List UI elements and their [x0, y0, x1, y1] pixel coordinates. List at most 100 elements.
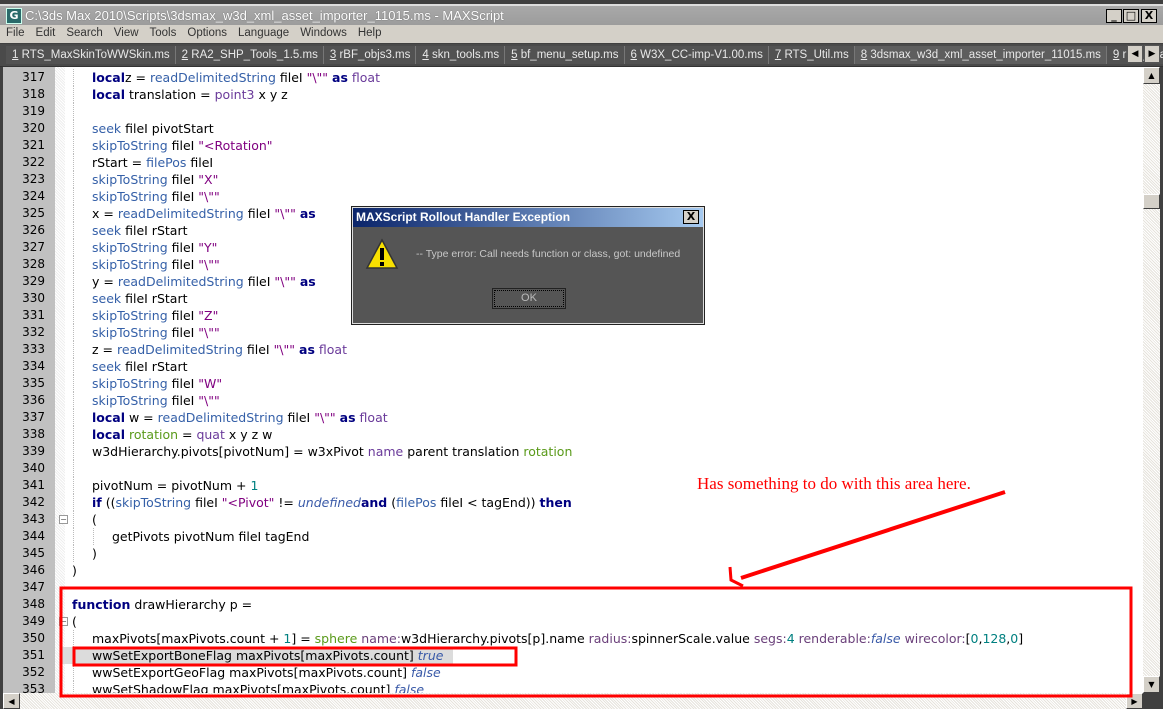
code-text: skipToString fileI "\"" [92, 188, 220, 205]
close-button[interactable]: X [1141, 9, 1157, 23]
tab-1[interactable]: 1 RTS_MaxSkinToWWSkin.ms [6, 46, 176, 64]
indent-guide [73, 426, 74, 443]
code-token: "Z" [198, 308, 219, 323]
indent-guide [73, 290, 74, 307]
scroll-left-icon[interactable]: ◀ [3, 693, 20, 709]
code-line: 347 [3, 579, 1143, 596]
indent-guide [73, 273, 74, 290]
code-token: "\"" [273, 342, 296, 357]
menu-windows[interactable]: Windows [294, 25, 352, 39]
code-token: rStart = [92, 155, 147, 170]
maximize-button[interactable]: □ [1123, 9, 1139, 23]
code-text: wwSetShadowFlag maxPivots[maxPivots.coun… [92, 681, 424, 693]
menu-file[interactable]: File [0, 25, 30, 39]
code-token: "\"" [274, 206, 296, 221]
scroll-right-icon[interactable]: ▶ [1126, 693, 1143, 709]
menu-help[interactable]: Help [352, 25, 387, 39]
code-text: skipToString fileI "Y" [92, 239, 217, 256]
line-number: 331 [22, 308, 45, 322]
code-token: skipToString [92, 376, 168, 391]
code-token: as [299, 206, 316, 221]
code-token: "\"" [306, 70, 329, 85]
code-token: ] [1018, 631, 1024, 646]
code-token: pivotNum = pivotNum + [92, 478, 251, 493]
code-token: as [299, 274, 316, 289]
line-number: 339 [22, 444, 45, 458]
tab-7[interactable]: 7 RTS_Util.ms [768, 46, 855, 64]
code-token: "\"" [314, 410, 336, 425]
code-token: = [178, 427, 197, 442]
indent-guide [73, 239, 74, 256]
code-token: and [360, 495, 388, 510]
code-token: point3 [214, 87, 255, 102]
tab-4[interactable]: 4 skn_tools.ms [416, 46, 506, 64]
code-token: as [332, 70, 348, 85]
tab-label: RA2_SHP_Tools_1.5.ms [191, 49, 318, 61]
scroll-thumb[interactable] [1143, 194, 1160, 209]
fold-toggle-icon[interactable]: − [59, 617, 68, 626]
code-text: seek fileI rStart [92, 222, 188, 239]
code-token: readDelimitedString [117, 206, 244, 221]
tab-8[interactable]: 8 3dsmax_w3d_xml_asset_importer_11015.ms [854, 46, 1107, 64]
code-token: fileI rStart [121, 291, 188, 306]
line-number: 325 [22, 206, 45, 220]
tab-5[interactable]: 5 bf_menu_setup.ms [505, 46, 625, 64]
dialog-message: -- Type error: Call needs function or cl… [416, 248, 681, 260]
menu-options[interactable]: Options [181, 25, 232, 39]
code-token: skipToString [92, 189, 168, 204]
menu-edit[interactable]: Edit [30, 25, 61, 39]
code-line: 350 maxPivots[maxPivots.count + 1] = sphe… [3, 630, 1143, 647]
code-text: local rotation = quat x y z w [92, 426, 272, 443]
tab-scroll-right-icon[interactable]: ▶ [1144, 45, 1160, 63]
menu-language[interactable]: Language [232, 25, 294, 39]
code-token: filePos [396, 495, 437, 510]
indent-guide [73, 494, 74, 511]
vertical-scrollbar[interactable]: ▲ ▼ [1143, 67, 1160, 693]
code-editor[interactable]: 317 localz = readDelimitedString fileI "\… [3, 67, 1143, 693]
line-number: 323 [22, 172, 45, 186]
line-number: 319 [22, 104, 45, 118]
code-token: skipToString [92, 393, 168, 408]
tab-3[interactable]: 3 rBF_objs3.ms [323, 46, 417, 64]
line-number: 324 [22, 189, 45, 203]
code-token: local [92, 410, 126, 425]
indent-guide [73, 681, 74, 693]
menu-tools[interactable]: Tools [144, 25, 182, 39]
line-number: 343 [22, 512, 45, 526]
ok-button[interactable]: OK [492, 288, 566, 309]
scroll-up-icon[interactable]: ▲ [1143, 67, 1160, 84]
tab-6[interactable]: 6 W3X_CC-imp-V1.00.ms [624, 46, 769, 64]
line-number: 327 [22, 240, 45, 254]
tab-scroll-left-icon[interactable]: ◀ [1127, 45, 1143, 63]
scroll-down-icon[interactable]: ▼ [1143, 676, 1160, 693]
code-token: fileI [167, 172, 199, 187]
menu-view[interactable]: View [108, 25, 144, 39]
code-token: fileI [243, 274, 275, 289]
code-token: fileI [275, 70, 307, 85]
app-icon: G [6, 8, 22, 24]
indent-guide [73, 647, 74, 664]
code-token: "\"" [198, 393, 220, 408]
minimize-button[interactable]: _ [1106, 9, 1122, 23]
line-number: 344 [22, 529, 45, 543]
code-line: 336 skipToString fileI "\"" [3, 392, 1143, 409]
code-line: 322 rStart = filePos fileI [3, 154, 1143, 171]
code-line: 348 function drawHierarchy p = [3, 596, 1143, 613]
fold-toggle-icon[interactable]: − [59, 515, 68, 524]
line-number: 351 [22, 648, 45, 662]
code-token: false [870, 631, 901, 646]
menu-search[interactable]: Search [60, 25, 107, 39]
code-text: skipToString fileI "\"" [92, 324, 220, 341]
code-text: ( [72, 613, 77, 630]
dialog-close-button[interactable]: X [683, 210, 699, 224]
code-token: fileI [242, 342, 274, 357]
code-token: then [539, 495, 572, 510]
line-number: 329 [22, 274, 45, 288]
code-token: y = [92, 274, 118, 289]
code-token: "W" [198, 376, 223, 391]
line-number: 340 [22, 461, 45, 475]
code-token: drawHierarchy p = [130, 597, 253, 612]
horizontal-scrollbar[interactable]: ◀ ▶ [3, 693, 1143, 709]
line-number: 333 [22, 342, 45, 356]
tab-2[interactable]: 2 RA2_SHP_Tools_1.5.ms [175, 46, 324, 64]
